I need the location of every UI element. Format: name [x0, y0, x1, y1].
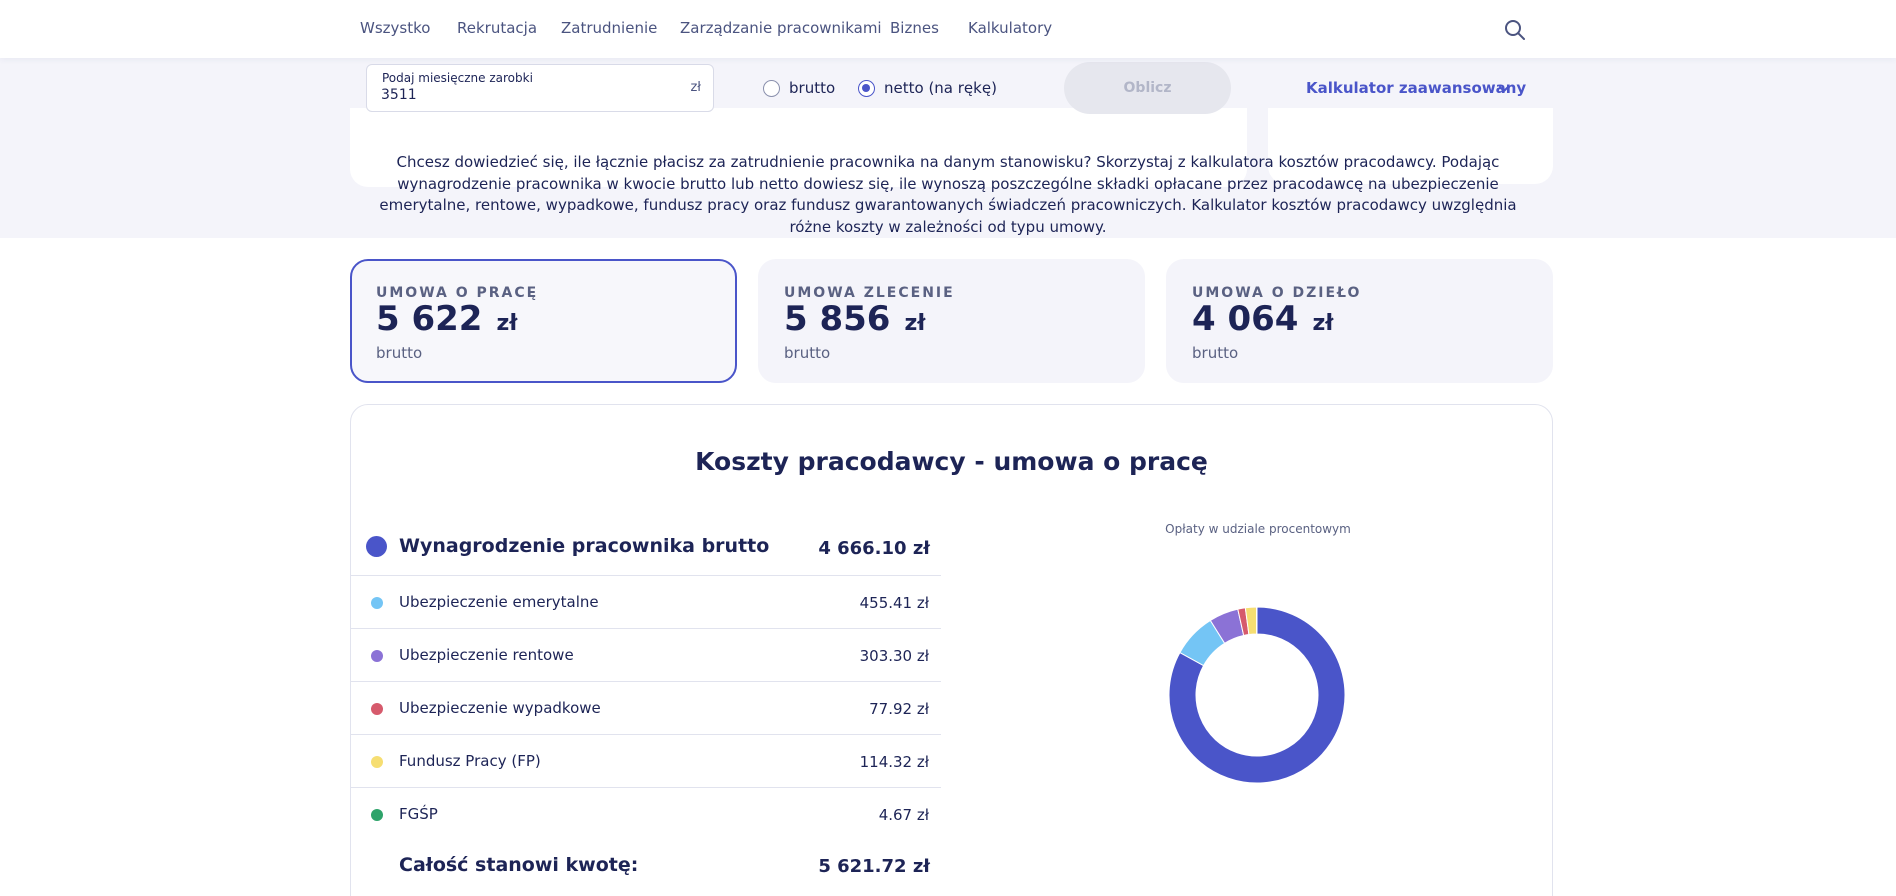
nav-item-kalkulatory[interactable]: Kalkulatory [968, 19, 1052, 37]
cost-label: Fundusz Pracy (FP) [399, 752, 541, 770]
contract-amount: 5 622 zł [376, 299, 518, 339]
contract-note: brutto [784, 344, 831, 362]
chart-caption: Opłaty w udziale procentowym [1165, 522, 1351, 536]
cost-row: Ubezpieczenie rentowe 303.30 zł [350, 628, 941, 681]
cost-label: Ubezpieczenie wypadkowe [399, 699, 601, 717]
chevron-down-icon[interactable] [1497, 81, 1511, 95]
contract-note: brutto [1192, 344, 1239, 362]
legend-dot [371, 756, 383, 768]
cost-label: FGŚP [399, 805, 438, 823]
calculator-description: Chcesz dowiedzieć się, ile łącznie płaci… [379, 153, 1517, 236]
contract-card-umowa-zlecenie[interactable]: UMOWA ZLECENIE 5 856 zł brutto [758, 259, 1145, 383]
total-label: Całość stanowi kwotę: [399, 854, 639, 876]
radio-netto[interactable] [858, 80, 875, 97]
radio-brutto[interactable] [763, 80, 780, 97]
cost-value: 77.92 zł [869, 700, 929, 718]
cost-label: Ubezpieczenie emerytalne [399, 593, 599, 611]
radio-brutto-label[interactable]: brutto [789, 79, 835, 97]
cost-value: 4.67 zł [878, 806, 929, 824]
gross-salary-value: 4 666.10 zł [818, 538, 930, 559]
contract-card-umowa-o-prace[interactable]: UMOWA O PRACĘ 5 622 zł brutto [350, 259, 737, 383]
legend-dot [371, 809, 383, 821]
contract-amount: 4 064 zł [1192, 299, 1334, 339]
cost-value: 303.30 zł [859, 647, 929, 665]
salary-field[interactable]: Podaj miesięczne zarobki zł [366, 64, 714, 112]
legend-dot [371, 597, 383, 609]
radio-netto-label[interactable]: netto (na rękę) [884, 79, 997, 97]
cost-row: FGŚP 4.67 zł [350, 787, 941, 840]
cost-share-donut-chart [1168, 606, 1346, 784]
salary-unit: zł [690, 80, 701, 95]
top-navigation: Wszystko Rekrutacja Zatrudnienie Zarządz… [0, 0, 1896, 58]
cost-row: Fundusz Pracy (FP) 114.32 zł [350, 734, 941, 787]
calculate-button[interactable]: Oblicz [1064, 62, 1231, 114]
search-icon[interactable] [1504, 19, 1526, 41]
contract-amount: 5 856 zł [784, 299, 926, 339]
legend-dot [371, 703, 383, 715]
total-value: 5 621.72 zł [818, 856, 930, 877]
nav-item-zatrudnienie[interactable]: Zatrudnienie [561, 19, 657, 37]
salary-field-label: Podaj miesięczne zarobki [382, 71, 533, 85]
nav-item-zarzadzanie-pracownikami[interactable]: Zarządzanie pracownikami [680, 19, 882, 37]
nav-item-wszystko[interactable]: Wszystko [360, 19, 430, 37]
gross-salary-label: Wynagrodzenie pracownika brutto [399, 535, 770, 557]
advanced-calculator-link[interactable]: Kalkulator zaawansowany [1306, 79, 1526, 97]
cost-row: Ubezpieczenie wypadkowe 77.92 zł [350, 681, 941, 734]
cost-label: Ubezpieczenie rentowe [399, 646, 574, 664]
legend-dot-main [366, 536, 387, 557]
salary-input[interactable] [381, 87, 641, 103]
legend-dot [371, 650, 383, 662]
nav-item-rekrutacja[interactable]: Rekrutacja [457, 19, 537, 37]
cost-value: 455.41 zł [859, 594, 929, 612]
contract-card-umowa-o-dzielo[interactable]: UMOWA O DZIEŁO 4 064 zł brutto [1166, 259, 1553, 383]
nav-item-biznes[interactable]: Biznes [890, 19, 939, 37]
cost-value: 114.32 zł [859, 753, 929, 771]
cost-row: Ubezpieczenie emerytalne 455.41 zł [350, 575, 941, 628]
contract-note: brutto [376, 344, 423, 362]
employer-costs-title: Koszty pracodawcy - umowa o pracę [695, 447, 1208, 476]
